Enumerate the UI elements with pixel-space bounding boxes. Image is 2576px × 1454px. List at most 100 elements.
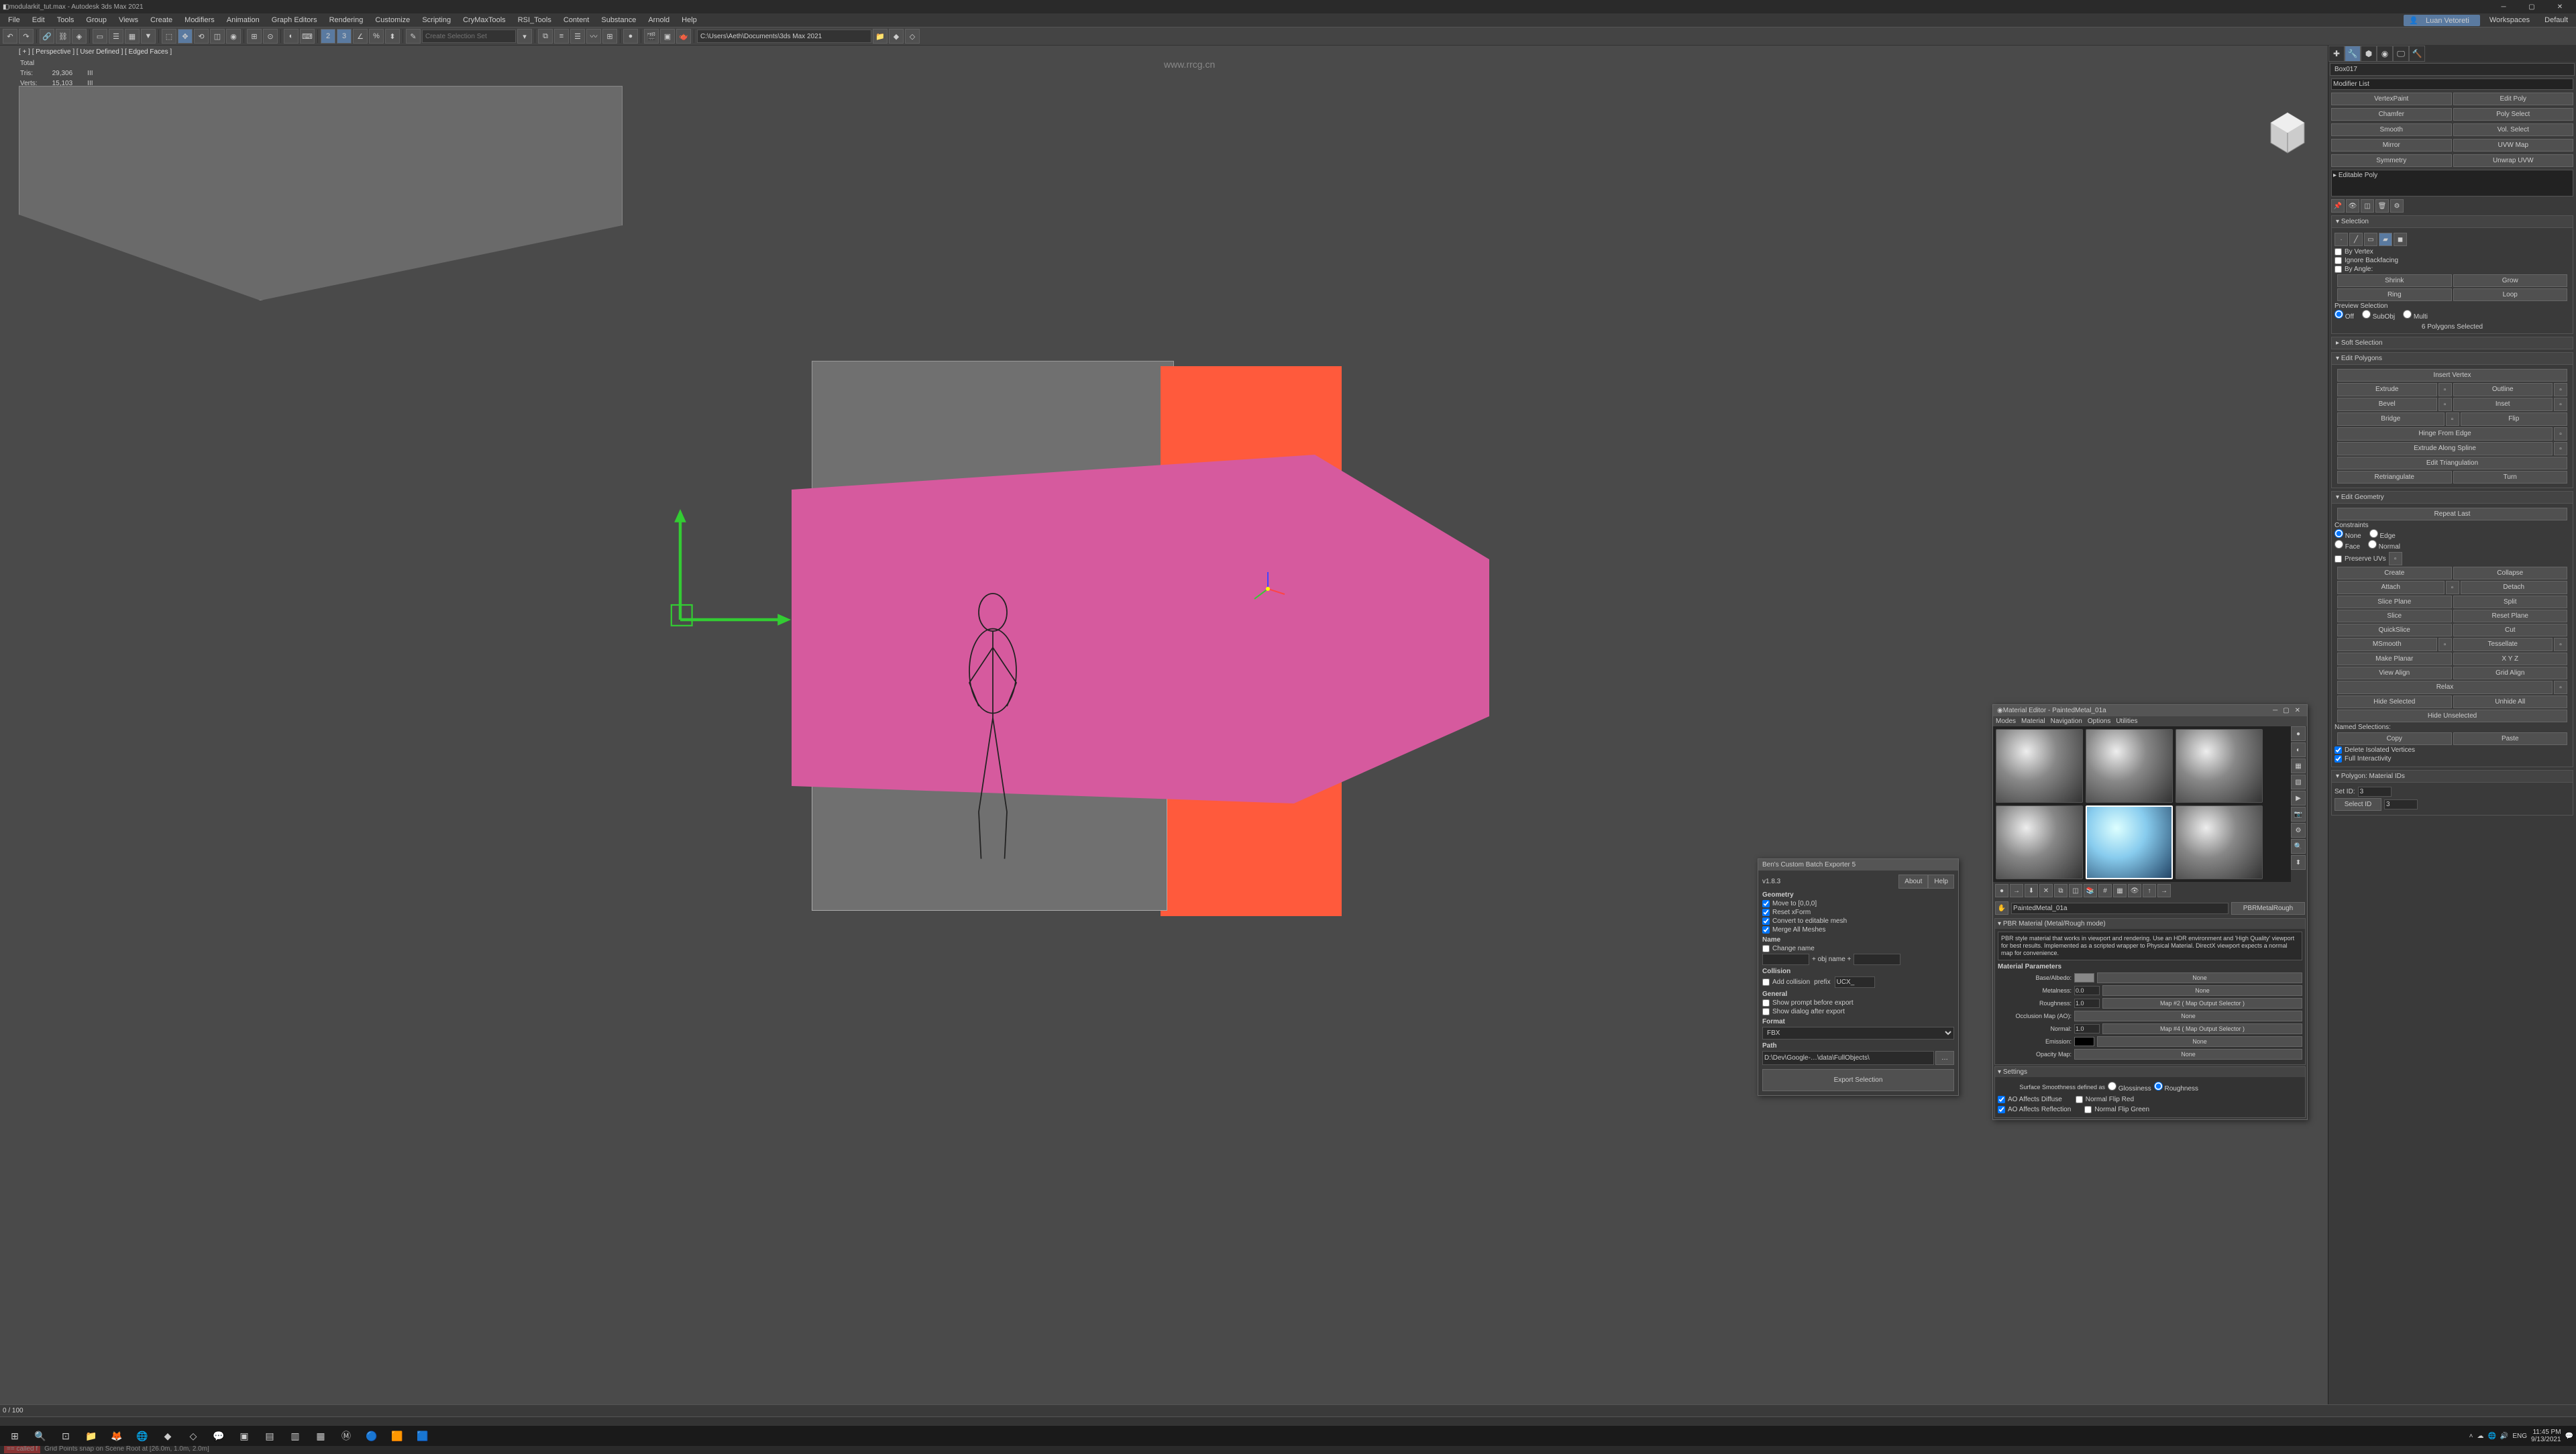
- chrome-icon[interactable]: 🌐: [130, 1427, 154, 1445]
- user-badge[interactable]: 👤 Luan Vetoreti: [2404, 15, 2480, 26]
- app6-icon[interactable]: ▦: [309, 1427, 333, 1445]
- slice-plane-button[interactable]: Slice Plane: [2337, 596, 2452, 608]
- msmooth-button[interactable]: MSmooth: [2337, 638, 2437, 651]
- put-to-scene-icon[interactable]: →: [2010, 884, 2023, 897]
- by-vertex-checkbox[interactable]: [2334, 248, 2342, 256]
- normal-map-button[interactable]: Map #4 ( Map Output Selector ): [2102, 1023, 2302, 1034]
- menu-customize[interactable]: Customize: [370, 15, 415, 25]
- batch-dialog-checkbox[interactable]: [1762, 1008, 1770, 1015]
- edit-tri-button[interactable]: Edit Triangulation: [2337, 457, 2567, 469]
- matedit-menu-utilities[interactable]: Utilities: [2116, 718, 2137, 725]
- repeat-last-button[interactable]: Repeat Last: [2337, 508, 2567, 520]
- material-id-icon[interactable]: #: [2098, 884, 2112, 897]
- extrude-settings-icon[interactable]: ▫: [2438, 383, 2452, 396]
- select-name-button[interactable]: ☰: [109, 29, 123, 44]
- schematic-button[interactable]: ⊞: [602, 29, 617, 44]
- menu-file[interactable]: File: [3, 15, 25, 25]
- sample-uv-icon[interactable]: ▧: [2291, 775, 2306, 789]
- cut-button[interactable]: Cut: [2453, 624, 2568, 636]
- pick-material-icon[interactable]: ✋: [1995, 901, 2008, 915]
- material-type-button[interactable]: PBRMetalRough: [2231, 902, 2305, 915]
- turn-button[interactable]: Turn: [2453, 471, 2568, 484]
- firefox-icon[interactable]: 🦊: [105, 1427, 129, 1445]
- pivot-button[interactable]: ⊙: [263, 29, 278, 44]
- app9-icon[interactable]: 🟦: [411, 1427, 435, 1445]
- metalness-input[interactable]: [2074, 986, 2100, 995]
- matedit-menu-modes[interactable]: Modes: [1996, 718, 2016, 725]
- transform-gizmo[interactable]: [1248, 569, 1288, 609]
- render-setup-button[interactable]: 🎬: [644, 29, 659, 44]
- modifier-stack[interactable]: ▸ Editable Poly: [2331, 170, 2573, 197]
- tray-volume-icon[interactable]: 🔊: [2500, 1433, 2508, 1440]
- start-button[interactable]: ⊞: [3, 1427, 27, 1445]
- constraint-face-radio[interactable]: [2334, 540, 2343, 549]
- bind-button[interactable]: ◈: [72, 29, 87, 44]
- make-unique-icon[interactable]: ◫: [2361, 199, 2374, 213]
- menu-substance[interactable]: Substance: [596, 15, 641, 25]
- selection-sets-button[interactable]: ▾: [517, 29, 532, 44]
- retriangulate-button[interactable]: Retriangulate: [2337, 471, 2452, 484]
- hide-unselected-button[interactable]: Hide Unselected: [2337, 710, 2567, 722]
- batch-suffix-name-input[interactable]: [1854, 954, 1900, 965]
- detach-button[interactable]: Detach: [2461, 581, 2568, 594]
- app1-icon[interactable]: ◆: [156, 1427, 180, 1445]
- subobj-vertex-icon[interactable]: ·: [2334, 233, 2348, 246]
- modifier-list-dropdown[interactable]: Modifier List: [2331, 78, 2573, 90]
- extrude-spline-settings-icon[interactable]: ▫: [2554, 442, 2567, 455]
- insert-vertex-button[interactable]: Insert Vertex: [2337, 369, 2567, 382]
- menu-content[interactable]: Content: [558, 15, 595, 25]
- emission-map-button[interactable]: None: [2097, 1036, 2302, 1047]
- menu-create[interactable]: Create: [145, 15, 178, 25]
- material-name-input[interactable]: [2011, 903, 2229, 914]
- menu-rsi-tools[interactable]: RSI_Tools: [513, 15, 557, 25]
- extrude-button[interactable]: Extrude: [2337, 383, 2437, 396]
- explorer-icon[interactable]: 📁: [79, 1427, 103, 1445]
- outline-settings-icon[interactable]: ▫: [2554, 383, 2567, 396]
- shrink-button[interactable]: Shrink: [2337, 274, 2452, 287]
- constraint-none-radio[interactable]: [2334, 529, 2343, 538]
- opacity-map-button[interactable]: None: [2074, 1049, 2302, 1060]
- filter-button[interactable]: ▼: [141, 29, 156, 44]
- selection-set-field[interactable]: [422, 30, 516, 43]
- albedo-map-button[interactable]: None: [2097, 972, 2302, 983]
- batch-addcollision-checkbox[interactable]: [1762, 978, 1770, 986]
- menu-help[interactable]: Help: [676, 15, 702, 25]
- material-slot-1[interactable]: [1996, 729, 2083, 803]
- spinner-snap-button[interactable]: ⬍: [385, 29, 400, 44]
- subobj-edge-icon[interactable]: ╱: [2349, 233, 2363, 246]
- tray-chevron-icon[interactable]: ˄: [2469, 1433, 2473, 1440]
- make-copy-icon[interactable]: ⧉: [2054, 884, 2068, 897]
- mirror-mod-button[interactable]: Mirror: [2331, 139, 2452, 152]
- rotate-button[interactable]: ⟲: [194, 29, 209, 44]
- reset-map-icon[interactable]: ✕: [2039, 884, 2053, 897]
- view-align-button[interactable]: View Align: [2337, 667, 2452, 679]
- app2-icon[interactable]: ◇: [181, 1427, 205, 1445]
- hide-selected-button[interactable]: Hide Selected: [2337, 695, 2452, 708]
- matedit-menu-material[interactable]: Material: [2021, 718, 2045, 725]
- workspace-dropdown[interactable]: Workspaces: [2484, 15, 2535, 25]
- unlink-button[interactable]: ⛓: [56, 29, 70, 44]
- discord-icon[interactable]: 💬: [207, 1427, 231, 1445]
- task-view-icon[interactable]: ⊡: [54, 1427, 78, 1445]
- outline-button[interactable]: Outline: [2453, 383, 2553, 396]
- batch-moveto-checkbox[interactable]: [1762, 900, 1770, 907]
- loop-button[interactable]: Loop: [2453, 288, 2568, 301]
- metalness-map-button[interactable]: None: [2102, 985, 2302, 996]
- batch-path-input[interactable]: [1762, 1051, 1934, 1065]
- tab-utilities[interactable]: 🔨: [2409, 46, 2425, 62]
- editpoly-button[interactable]: Edit Poly: [2453, 93, 2574, 105]
- subobj-element-icon[interactable]: ◼: [2394, 233, 2407, 246]
- ignore-backfacing-checkbox[interactable]: [2334, 257, 2342, 264]
- tool-a-button[interactable]: ◆: [889, 29, 904, 44]
- normal-input[interactable]: [2074, 1024, 2100, 1033]
- material-map-nav-icon[interactable]: ⬍: [2291, 855, 2306, 870]
- matedit-menu-navigation[interactable]: Navigation: [2051, 718, 2082, 725]
- material-slot-4[interactable]: [1996, 805, 2083, 879]
- snap-2d-button[interactable]: 2: [321, 29, 335, 44]
- slice-button[interactable]: Slice: [2337, 610, 2452, 622]
- tessellate-settings-icon[interactable]: ▫: [2554, 638, 2567, 651]
- collapse-button[interactable]: Collapse: [2453, 567, 2568, 579]
- app8-icon[interactable]: 🟧: [385, 1427, 409, 1445]
- remove-mod-icon[interactable]: 🗑: [2375, 199, 2389, 213]
- unhide-all-button[interactable]: Unhide All: [2453, 695, 2568, 708]
